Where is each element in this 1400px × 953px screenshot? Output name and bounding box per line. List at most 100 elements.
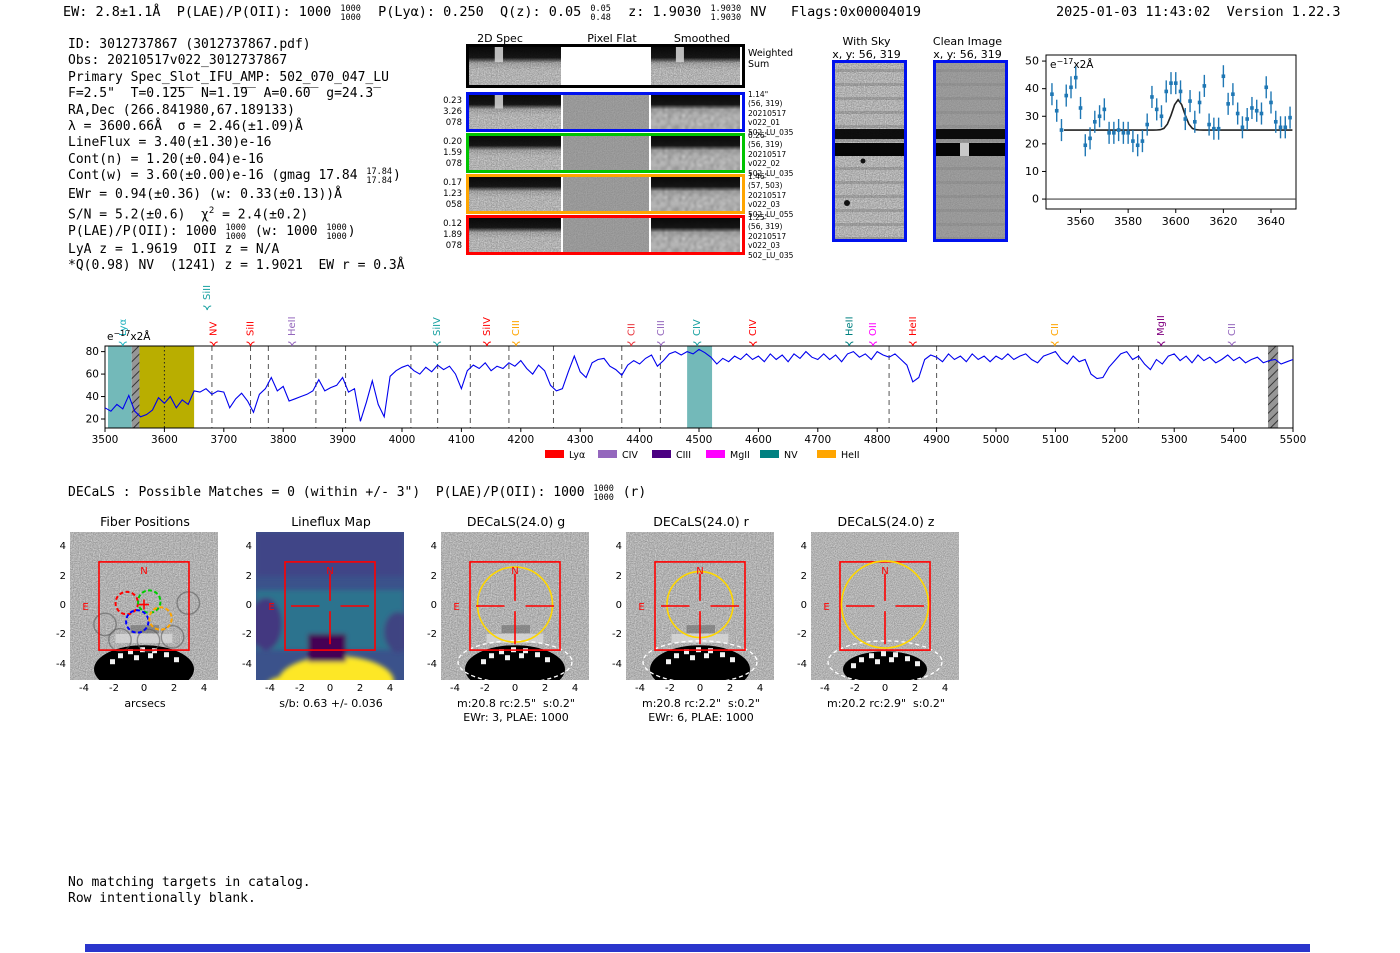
- row-left-labels-1: 0.20 1.59 078: [443, 137, 462, 170]
- svg-text:4400: 4400: [626, 434, 653, 446]
- svg-text:3560: 3560: [1067, 215, 1095, 227]
- text-segment: Primary Spec_Slot_IFU_AMP: 502_070_047_L…: [68, 69, 389, 85]
- detection-info-block: ID: 3012737867 (3012737867.pdf) Obs: 2021…: [68, 37, 405, 275]
- x-tick-label: 0: [696, 683, 704, 694]
- panel-title: DECaLS(24.0) r: [653, 514, 749, 529]
- cutout-panel-4: DECaLS(24.0) z N E -4 -4 -2 -2 0 0 2 2 4 4 m:20.2 rc:…: [781, 508, 991, 723]
- text-segment: NV Flags:0x00004019: [742, 4, 921, 20]
- 2d-cell-smooth: [651, 177, 740, 211]
- text-segment: ): [393, 168, 401, 184]
- x-tick-label: 2: [726, 683, 734, 694]
- compass-north-label: N: [881, 566, 888, 577]
- 2d-spec-grid: 2D Spec Pixel Flat Smoothed Weighted Sum 0.2…: [440, 28, 830, 260]
- stacked-fraction: 1.9030 1.9030: [710, 3, 742, 23]
- text-segment: P(LAE)/P(OII): 1000: [68, 223, 225, 239]
- line-label-SiII: SiII: [246, 321, 257, 336]
- svg-text:3700: 3700: [210, 434, 237, 446]
- sky-panel-title-0: With Sky x, y: 56, 319: [832, 35, 901, 61]
- svg-text:4600: 4600: [745, 434, 772, 446]
- exposure-row-0: [466, 92, 745, 132]
- text-segment: z: 1.9030: [611, 4, 710, 20]
- 2d-cell-flat: [563, 136, 649, 170]
- cutout-panel-2: DECaLS(24.0) g N E -4 -4 -2 -2 0 0 2 2 4 4 m:20.8 rc:…: [411, 508, 621, 724]
- svg-text:3580: 3580: [1114, 215, 1142, 227]
- row-right-labels-3: 1.25" (56, 319) 20210517 v022_03 502_LU_035: [748, 213, 794, 260]
- info-line-8: Cont(w) = 3.60(±0.00)e-16 (gmag 17.84 17…: [68, 167, 405, 187]
- y-tick-label: 2: [430, 570, 437, 582]
- 2d-cell-smooth: [651, 136, 740, 170]
- flux-units-annotation: e−17x2Å: [1050, 57, 1094, 71]
- 2d-cell-spec-notch: [469, 95, 561, 129]
- text-segment: F=2.5" T=0.1̅2̅5̅ N=1.1̅9̅ A=0.6̅0̅ g=24…: [68, 86, 374, 102]
- text-segment: LineFlux = 3.40(±1.30)e-16: [68, 135, 272, 151]
- y-tick-label: -4: [56, 658, 66, 670]
- info-line-7: Cont(n) = 1.20(±0.04)e-16: [68, 152, 405, 168]
- 2d-cell-spec: [469, 136, 561, 170]
- exposure-row-1: [466, 133, 745, 173]
- y-tick-label: 2: [800, 570, 807, 582]
- full-spectrum-svg: 20 40 60 80 3500 3600 3700 3800 3900 4000 4100 4200…: [86, 285, 1307, 461]
- spectrum-legend: Lyα CIV CIII MgII NV HeII: [545, 450, 860, 461]
- compass-east-label: E: [638, 602, 644, 613]
- 2d-cell-flat: [563, 218, 649, 252]
- x-tick-label: 0: [511, 683, 519, 694]
- svg-text:80: 80: [86, 346, 99, 358]
- x-tick-label: 0: [326, 683, 334, 694]
- panel-image-fiber: NE: [70, 532, 218, 680]
- full-spectrum-plot: 20 40 60 80 3500 3600 3700 3800 3900 4000 4100 4200…: [85, 272, 1310, 467]
- y-tick-label: -2: [242, 629, 252, 641]
- info-line-11: P(LAE)/P(OII): 1000 1000 1000 (w: 1000 10…: [68, 222, 405, 242]
- line-label-CII: CII: [626, 323, 637, 336]
- text-segment: (w: 1000: [247, 223, 326, 239]
- svg-text:4100: 4100: [448, 434, 475, 446]
- info-line-6: LineFlux = 3.40(±1.30)e-16: [68, 135, 405, 151]
- cutout-panel-0: Fiber Positions N E -4 -4 -2 -2 0 0 2 2 4 4 arcsecs: [40, 508, 250, 723]
- panel-caption-1: m:20.8 rc:2.2" s:0.2": [642, 697, 760, 710]
- x-tick-label: -2: [109, 683, 119, 694]
- svg-text:3600: 3600: [151, 434, 178, 446]
- x-tick-label: -2: [295, 683, 305, 694]
- x-tick-label: 4: [200, 683, 208, 694]
- cutout-panel-row: Fiber Positions N E -4 -4 -2 -2 0 0 2 2 4 4 arcsecs Li…: [0, 508, 1400, 724]
- line-label-CIV: CIV: [748, 319, 759, 336]
- line-label-HeII: HeII: [844, 316, 855, 336]
- line-label-CII: CII: [1227, 323, 1238, 336]
- 2d-cell-spec: [469, 177, 561, 211]
- info-line-5: λ = 3600.66Å σ = 2.46(±1.09)Å: [68, 119, 405, 135]
- info-line-1: Obs: 20210517v022_3012737867: [68, 53, 405, 69]
- svg-text:50: 50: [1025, 55, 1039, 68]
- x-tick-label: -4: [450, 683, 460, 694]
- stacked-fraction: 1000 1000: [340, 3, 361, 23]
- x-tick-label: 4: [941, 683, 949, 694]
- row-right-labels-1: 0.26" (56, 319) 20210517 v022_02 502_LU_035: [748, 131, 794, 178]
- x-tick-label: 4: [756, 683, 764, 694]
- svg-text:20: 20: [1025, 137, 1039, 150]
- x-tick-label: -2: [480, 683, 490, 694]
- line-label-SiII: SiII: [202, 285, 213, 300]
- svg-text:20: 20: [86, 414, 99, 426]
- svg-text:60: 60: [86, 369, 99, 381]
- svg-text:3640: 3640: [1257, 215, 1285, 227]
- y-tick-label: -4: [797, 658, 807, 670]
- stacked-fraction: 1000 1000: [326, 222, 347, 242]
- compass-north-label: N: [140, 566, 147, 577]
- line-label-HeII: HeII: [287, 316, 298, 336]
- svg-text:4800: 4800: [864, 434, 891, 446]
- footer-note-2: Row intentionally blank.: [68, 891, 256, 906]
- x-tick-label: -2: [850, 683, 860, 694]
- with-sky-image: [832, 60, 907, 242]
- compass-north-label: N: [696, 566, 703, 577]
- y-tick-label: 0: [430, 600, 437, 611]
- svg-text:5400: 5400: [1220, 434, 1247, 446]
- x-tick-label: -4: [635, 683, 645, 694]
- svg-text:5100: 5100: [1042, 434, 1069, 446]
- row-right-labels-0: 1.14" (56, 319) 20210517 v022_01 502_LU_035: [748, 90, 794, 137]
- x-tick-label: 2: [170, 683, 178, 694]
- panel-caption-1: m:20.8 rc:2.5" s:0.2": [457, 697, 575, 710]
- x-tick-label: 2: [356, 683, 364, 694]
- panel-image-decals: NE: [626, 532, 774, 680]
- y-tick-label: 0: [800, 600, 807, 611]
- stacked-fraction: 17.84 17.84: [366, 167, 393, 187]
- x-tick-label: -2: [665, 683, 675, 694]
- 2d-cell-flat: [563, 95, 649, 129]
